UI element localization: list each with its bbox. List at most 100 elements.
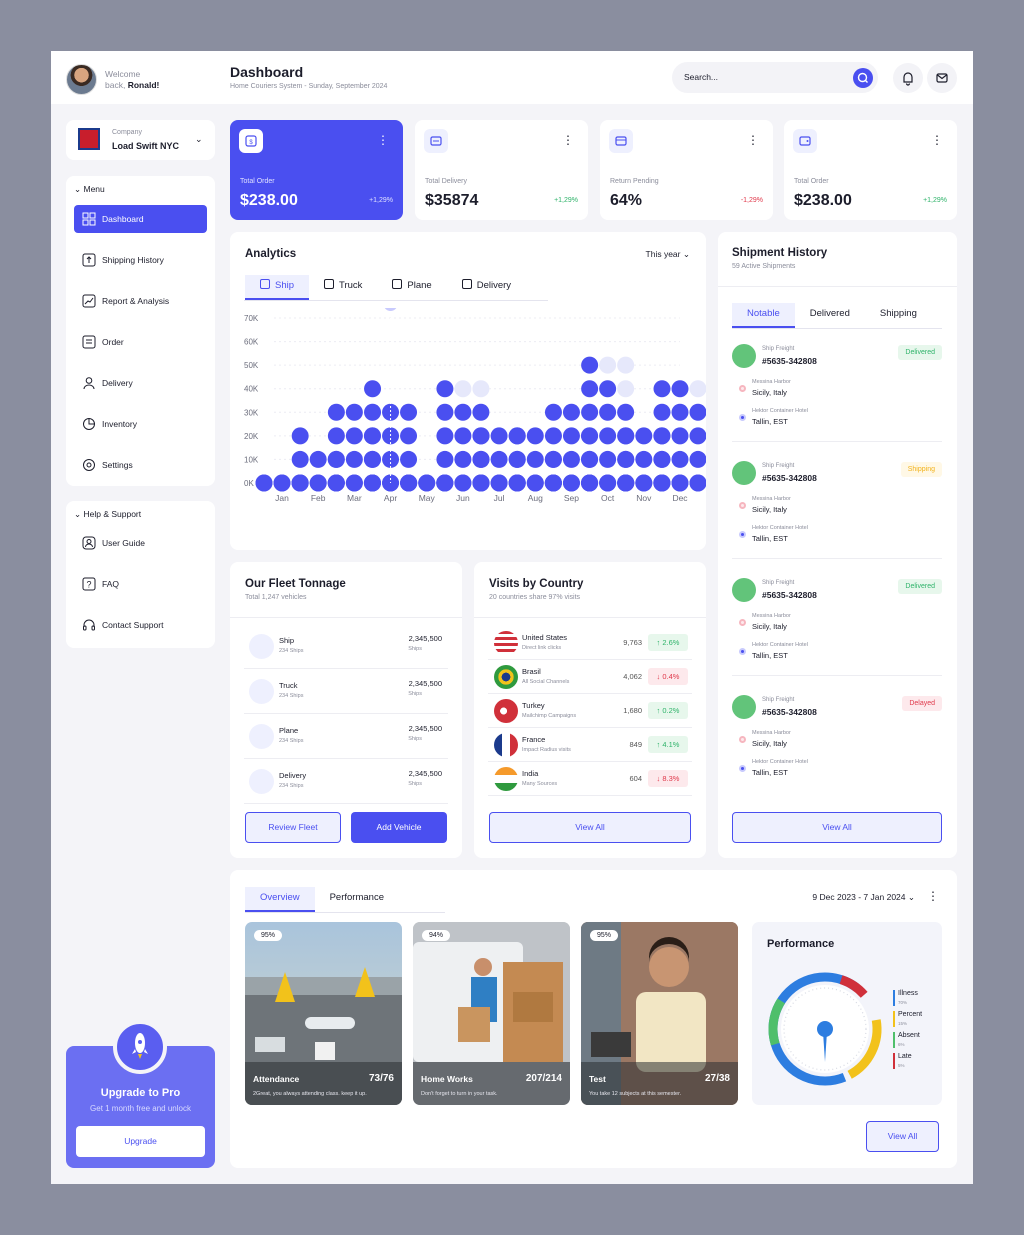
x-tick-label: Nov (636, 493, 652, 503)
flag-icon (494, 733, 518, 757)
fleet-row[interactable]: Delivery 234 Ships 2,345,500 Ships (244, 759, 448, 804)
tab-delivered[interactable]: Delivered (795, 303, 865, 328)
country-row[interactable]: India Many Sources 604 ↓ 8.3% (488, 762, 692, 796)
tab-shipping[interactable]: Shipping (865, 303, 932, 328)
card-description: Don't forget to turn in your task. (421, 1091, 498, 1097)
country-visits: 604 (629, 774, 642, 783)
fleet-count: 234 Ships (279, 693, 304, 699)
shipment-view-all-button[interactable]: View All (732, 812, 942, 843)
chart-dot (400, 427, 418, 445)
test-card[interactable]: 95% Test 27/38 You take 12 subjects at t… (581, 922, 738, 1105)
sidebar-item-user-guide[interactable]: User Guide (74, 529, 207, 557)
more-icon[interactable]: ⋮ (931, 133, 943, 147)
stat-card-total-delivery[interactable]: ⋮ Total Delivery $35874 +1,29% (415, 120, 588, 220)
tab-plane[interactable]: Plane (377, 275, 446, 300)
card-title: Home Works (421, 1074, 473, 1084)
company-switcher[interactable]: Company Load Swift NYC ⌄ (66, 120, 215, 160)
country-row[interactable]: United States Direct link clicks 9,763 ↑ 2.… (488, 626, 692, 660)
rocket-icon (113, 1020, 167, 1074)
chart-icon (82, 294, 96, 308)
origin-label: Messina Harbor (752, 496, 791, 502)
sidebar-item-dashboard[interactable]: Dashboard (74, 205, 207, 233)
x-tick-label: Mar (347, 493, 362, 503)
sidebar-item-report-analysis[interactable]: Report & Analysis (74, 287, 207, 315)
sidebar-item-faq[interactable]: ? FAQ (74, 570, 207, 598)
destination-location: Tallin, EST (752, 534, 788, 543)
overview-view-all-button[interactable]: View All (866, 1121, 939, 1152)
attendance-card[interactable]: 95% Attendance 73/76 2Great, you always … (245, 922, 402, 1105)
fleet-row[interactable]: Truck 234 Ships 2,345,500 Ships (244, 669, 448, 714)
truck-icon (732, 695, 756, 719)
notification-button[interactable] (893, 63, 923, 93)
y-tick-label: 70K (244, 314, 259, 323)
more-icon[interactable]: ⋮ (747, 133, 759, 147)
add-vehicle-button[interactable]: Add Vehicle (351, 812, 447, 843)
visits-view-all-button[interactable]: View All (489, 812, 691, 843)
chart-dot (653, 380, 671, 398)
home-works-card[interactable]: 94% Home Works 207/214 Don't forget to t… (413, 922, 570, 1105)
search-button[interactable] (853, 68, 873, 88)
upgrade-button[interactable]: Upgrade (76, 1126, 205, 1157)
country-row[interactable]: Brasil All Social Channels 4,062 ↓ 0.4% (488, 660, 692, 694)
user-icon (83, 377, 95, 390)
search-input[interactable]: Search... (672, 62, 878, 93)
avatar[interactable] (66, 64, 97, 95)
stat-card-total-order[interactable]: $ ⋮ Total Order $238.00 +1,29% (230, 120, 403, 220)
tab-notable[interactable]: Notable (732, 303, 795, 328)
shipment-item[interactable]: Ship Freight #5635-342808 Shipping Messina … (732, 461, 942, 561)
country-row[interactable]: France Impact Radius visits 849 ↑ 4.1% (488, 728, 692, 762)
date-range-select[interactable]: 9 Dec 2023 - 7 Jan 2024 ⌄ (812, 892, 915, 903)
sidebar-item-order[interactable]: Order (74, 328, 207, 356)
tab-performance[interactable]: Performance (315, 887, 399, 912)
legend-percent: 70% (898, 1000, 908, 1005)
shipment-item[interactable]: Ship Freight #5635-342808 Delivered Messina… (732, 578, 942, 678)
stat-label: Total Order (794, 178, 829, 185)
chart-dot (382, 474, 400, 492)
chevron-down-icon[interactable]: ⌄ (195, 134, 203, 145)
sidebar-item-shipping-history[interactable]: Shipping History (74, 246, 207, 274)
menu-section-text: Menu (83, 184, 105, 194)
status-badge: Delivered (898, 579, 942, 594)
chart-dot (454, 403, 472, 421)
help-section-label[interactable]: ⌄ Help & Support (74, 509, 141, 520)
search-placeholder: Search... (684, 72, 719, 82)
card-score: 27/38 (704, 1073, 730, 1084)
sidebar-item-inventory[interactable]: Inventory (74, 410, 207, 438)
tab-delivery[interactable]: Delivery (447, 275, 526, 300)
country-change: ↓ 0.4% (648, 668, 688, 685)
tab-overview[interactable]: Overview (245, 887, 315, 912)
menu-section-label[interactable]: ⌄ Menu (74, 184, 105, 195)
x-tick-label: Jul (494, 493, 505, 503)
more-icon[interactable]: ⋮ (562, 133, 574, 147)
tab-ship[interactable]: Ship (245, 275, 310, 300)
period-select[interactable]: This year ⌄ (646, 249, 690, 260)
card-percent-badge: 95% (254, 930, 283, 941)
chart-dot (689, 380, 706, 398)
visits-title: Visits by Country (489, 578, 584, 590)
tab-truck[interactable]: Truck (309, 275, 377, 300)
fleet-row[interactable]: Plane 234 Ships 2,345,500 Ships (244, 714, 448, 759)
country-row[interactable]: Turkey Mailchimp Campaigns 1,680 ↑ 0.2% (488, 694, 692, 728)
more-icon[interactable]: ⋮ (377, 133, 389, 147)
highlight-marker[interactable] (384, 308, 398, 311)
origin-label: Messina Harbor (752, 379, 791, 385)
stat-card-return-pending[interactable]: ⋮ Return Pending 64% -1,29% (600, 120, 773, 220)
shipment-code: #5635-342808 (762, 707, 817, 717)
stat-card-total-order-2[interactable]: ⋮ Total Order $238.00 +1,29% (784, 120, 957, 220)
chart-dot (436, 380, 454, 398)
fleet-row[interactable]: Ship 234 Ships 2,345,500 Ships (244, 624, 448, 669)
review-fleet-button[interactable]: Review Fleet (245, 812, 341, 843)
shipment-item[interactable]: Ship Freight #5635-342808 Delivered Messina… (732, 344, 942, 444)
sidebar-item-contact-support[interactable]: Contact Support (74, 611, 207, 639)
shipment-item[interactable]: Ship Freight #5635-342808 Delayed Messina H… (732, 695, 942, 795)
stat-label: Return Pending (610, 178, 659, 185)
stat-change: -1,29% (740, 197, 763, 204)
page-subtitle: Home Couriers System - Sunday, September… (230, 83, 388, 90)
sidebar-item-delivery[interactable]: Delivery (74, 369, 207, 397)
more-icon[interactable]: ⋮ (927, 889, 939, 903)
sidebar-item-settings[interactable]: Settings (74, 451, 207, 479)
message-button[interactable] (927, 63, 957, 93)
chart-dot (364, 450, 382, 468)
user-name: Ronald! (127, 80, 160, 90)
chart-dot (599, 356, 617, 374)
